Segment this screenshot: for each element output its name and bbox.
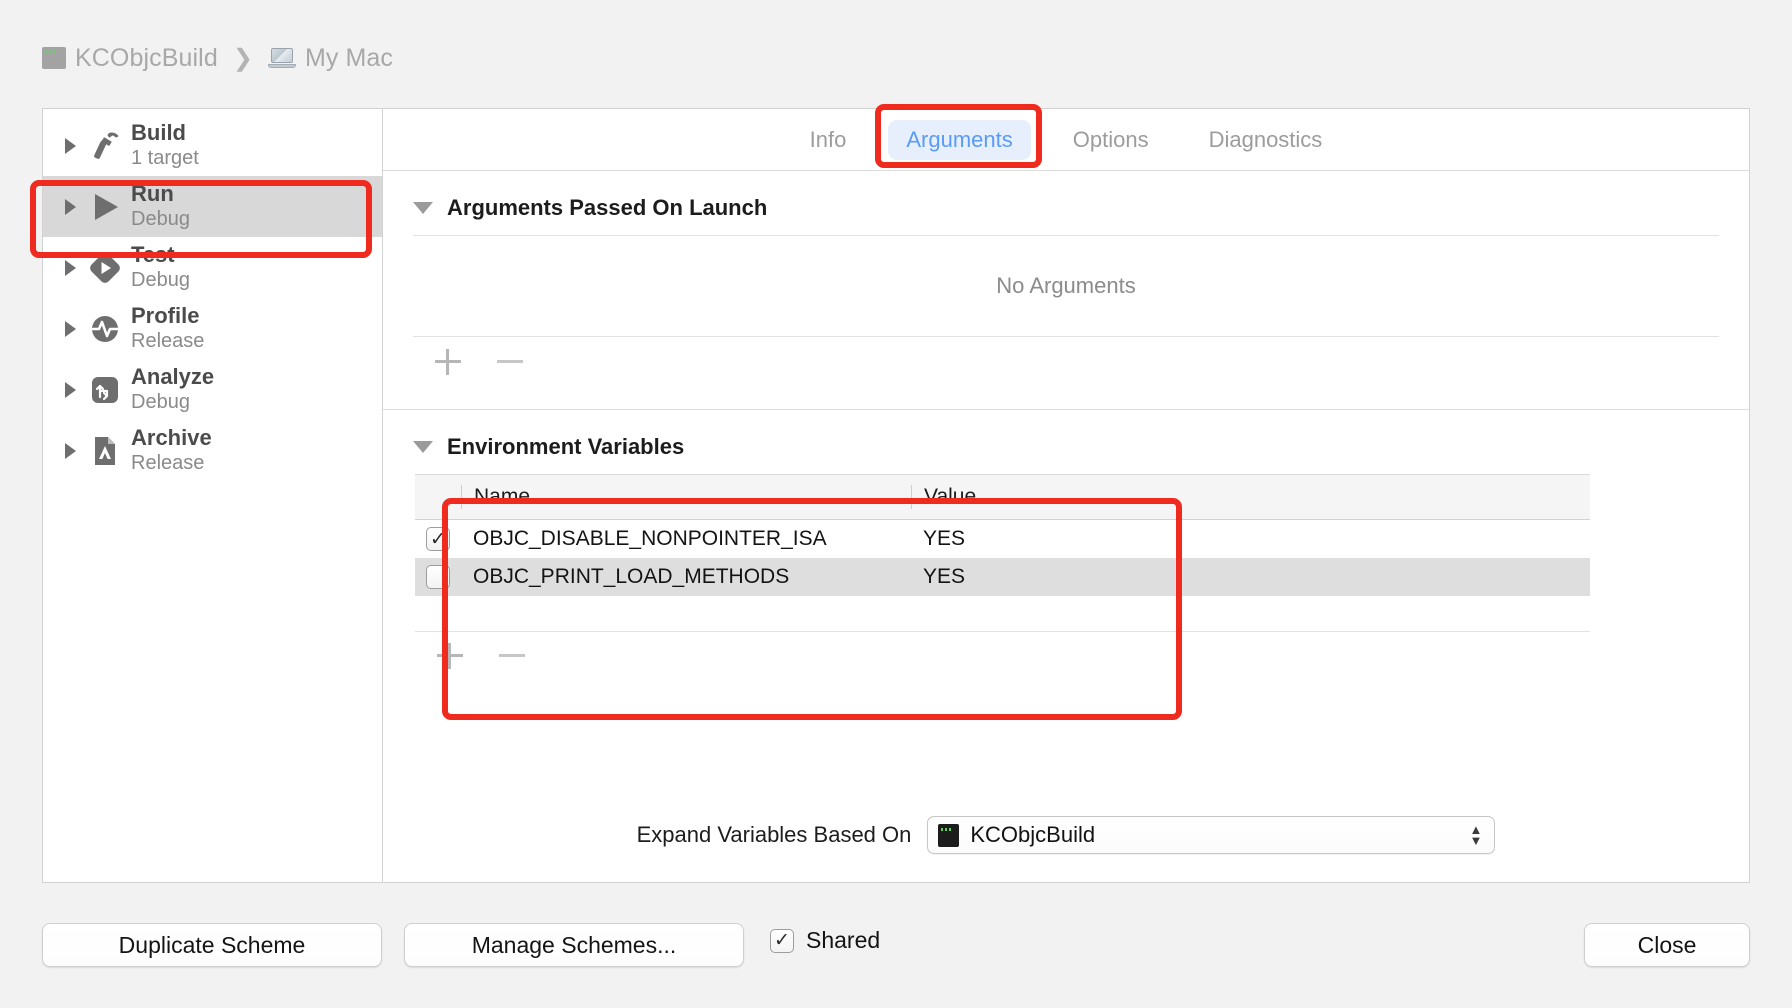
disclosure-triangle-icon[interactable] [57,320,83,337]
sidebar-item-run[interactable]: Run Debug [43,176,382,237]
xcode-project-icon [42,47,66,69]
sidebar-item-build[interactable]: Build 1 target [43,115,382,176]
disclosure-triangle-icon[interactable] [57,442,83,459]
pulse-icon [83,310,127,348]
arguments-toolbar [413,337,1719,387]
row-name[interactable]: OBJC_PRINT_LOAD_METHODS [461,565,911,589]
sidebar-item-title: Run [131,181,174,206]
sidebar-item-title: Archive [131,425,212,450]
environment-variables-table: Name Value ✓ OBJC_DISABLE_NONPOINTER_ISA… [415,474,1590,680]
table-row[interactable]: OBJC_PRINT_LOAD_METHODS YES [415,558,1590,596]
scheme-detail-panel: Info Arguments Options Diagnostics Argum… [383,109,1749,882]
tab-options[interactable]: Options [1055,120,1167,160]
sidebar-item-test[interactable]: Test Debug [43,237,382,298]
shared-checkbox[interactable]: ✓ [770,928,794,953]
row-value[interactable]: YES [911,527,1590,551]
xcode-project-icon [938,823,960,847]
sidebar-item-title: Profile [131,303,200,328]
tab-info[interactable]: Info [792,120,865,160]
shared-label: Shared [806,927,881,953]
scheme-action-sidebar: Build 1 target Run Debug Test Debug Prof… [43,109,383,882]
hammer-icon [83,127,127,165]
add-argument-button[interactable] [435,349,461,375]
tab-bar: Info Arguments Options Diagnostics [383,109,1749,171]
header-value[interactable]: Value [911,485,1590,509]
environment-section-header[interactable]: Environment Variables [413,434,1749,460]
table-row[interactable]: ✓ OBJC_DISABLE_NONPOINTER_ISA YES [415,520,1590,558]
sidebar-item-subtitle: Release [131,452,205,474]
play-icon [83,188,127,226]
arguments-section-title: Arguments Passed On Launch [447,195,768,220]
remove-argument-button[interactable] [497,349,523,375]
sidebar-item-subtitle: Debug [131,391,190,413]
scheme-editor-window: Build 1 target Run Debug Test Debug Prof… [42,108,1750,883]
disclosure-triangle-icon[interactable] [57,259,83,276]
sidebar-item-analyze[interactable]: Analyze Debug [43,359,382,420]
tab-diagnostics[interactable]: Diagnostics [1191,120,1341,160]
expand-variables-row: Expand Variables Based On KCObjcBuild ▲ ▼ [383,816,1749,854]
arguments-list: No Arguments [413,235,1719,387]
close-button[interactable]: Close [1584,923,1750,967]
breadcrumb-destination[interactable]: My Mac [305,44,393,73]
tab-arguments[interactable]: Arguments [888,119,1031,160]
shared-checkbox-group[interactable]: ✓ Shared [770,927,880,954]
sidebar-item-title: Build [131,120,186,145]
header-name[interactable]: Name [461,485,911,509]
breadcrumb-project[interactable]: KCObjcBuild [75,44,218,73]
arguments-pane: Arguments Passed On Launch No Arguments … [383,171,1749,882]
disclosure-triangle-icon[interactable] [57,137,83,154]
sidebar-item-subtitle: Release [131,330,205,352]
table-empty-space [415,596,1590,632]
manage-schemes-button[interactable]: Manage Schemes... [404,923,744,967]
row-name[interactable]: OBJC_DISABLE_NONPOINTER_ISA [461,527,911,551]
macbook-icon [267,48,296,68]
environment-section-title: Environment Variables [447,434,685,459]
chevron-right-icon: ❯ [232,44,253,72]
sidebar-item-subtitle: 1 target [131,147,199,169]
row-enabled-checkbox[interactable]: ✓ [415,527,461,551]
row-enabled-checkbox[interactable] [415,565,461,589]
table-header-row: Name Value [415,475,1590,520]
environment-toolbar [415,632,1590,680]
test-diamond-icon [83,249,127,287]
add-environment-variable-button[interactable] [437,643,463,669]
sidebar-item-title: Analyze [131,364,215,389]
section-divider [383,409,1749,410]
chevron-updown-icon[interactable]: ▲ ▼ [1470,823,1485,847]
chevron-down-icon[interactable] [413,202,433,214]
sidebar-item-subtitle: Debug [131,208,190,230]
disclosure-triangle-icon[interactable] [57,381,83,398]
expand-variables-value: KCObjcBuild [970,822,1096,847]
duplicate-scheme-button[interactable]: Duplicate Scheme [42,923,382,967]
expand-variables-label: Expand Variables Based On [636,822,912,847]
chevron-down-icon[interactable] [413,441,433,453]
arguments-section-header[interactable]: Arguments Passed On Launch [413,195,1749,221]
analyze-icon [83,371,127,409]
sidebar-item-archive[interactable]: Archive Release [43,420,382,481]
dialog-footer: Duplicate Scheme Manage Schemes... ✓ Sha… [0,905,1792,1008]
sidebar-item-title: Test [131,242,175,267]
sidebar-item-subtitle: Debug [131,269,190,291]
arguments-empty-message: No Arguments [996,273,1136,298]
row-value[interactable]: YES [911,565,1590,589]
disclosure-triangle-icon[interactable] [57,198,83,215]
remove-environment-variable-button[interactable] [499,643,525,669]
breadcrumb: KCObjcBuild ❯ My Mac [42,40,393,76]
archive-icon [83,432,127,470]
expand-variables-select[interactable]: KCObjcBuild ▲ ▼ [927,816,1496,854]
sidebar-item-profile[interactable]: Profile Release [43,298,382,359]
